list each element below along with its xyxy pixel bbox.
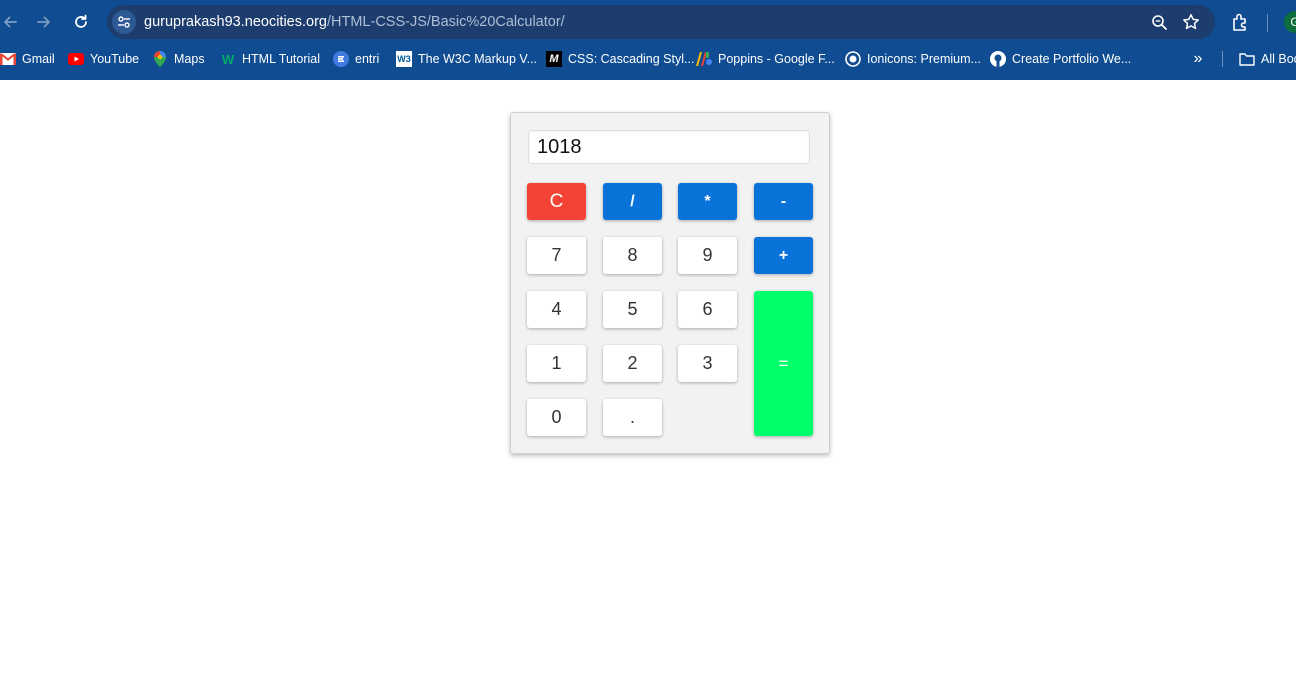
github-icon — [990, 51, 1006, 67]
youtube-icon — [68, 51, 84, 67]
more-bookmarks-chevron-icon[interactable]: » — [1188, 49, 1208, 69]
calculator-display[interactable] — [528, 130, 810, 164]
digit-4-button[interactable]: 4 — [527, 291, 586, 328]
bookmark-label: Maps — [174, 52, 205, 66]
bookmark-maps[interactable]: Maps — [152, 49, 205, 69]
url-host: guruprakash93.neocities.org — [144, 14, 327, 30]
browser-toolbar: guruprakash93.neocities.org/HTML-CSS-JS/… — [0, 0, 1296, 44]
extensions-icon[interactable] — [1230, 11, 1252, 33]
w3c-icon: W3 — [396, 51, 412, 67]
bookmark-label: Gmail — [22, 52, 55, 66]
equals-button[interactable]: = — [754, 291, 813, 436]
google-fonts-icon — [696, 51, 712, 67]
back-arrow-icon — [4, 16, 17, 28]
bookmark-label: Ionicons: Premium... — [867, 52, 981, 66]
digit-1-button[interactable]: 1 — [527, 345, 586, 382]
bookmark-label: Poppins - Google F... — [718, 52, 835, 66]
reload-button[interactable] — [67, 8, 95, 36]
bookmarks-separator — [1222, 51, 1223, 67]
digit-0-button[interactable]: 0 — [527, 399, 586, 436]
forward-button[interactable] — [30, 8, 58, 36]
bookmark-portfolio[interactable]: Create Portfolio We... — [990, 49, 1131, 69]
calculator: C / * - 7 8 9 + 4 5 6 = 1 2 3 0 . — [510, 112, 830, 454]
divide-button[interactable]: / — [603, 183, 662, 220]
bookmark-label: HTML Tutorial — [242, 52, 321, 66]
back-button[interactable] — [0, 8, 24, 36]
tune-icon — [118, 16, 130, 28]
subtract-button[interactable]: - — [754, 183, 813, 220]
bookmark-html-tutorial[interactable]: W HTML Tutorial — [220, 49, 320, 69]
bookmark-w3c-validator[interactable]: W3 The W3C Markup V... — [396, 49, 537, 69]
url-path: /HTML-CSS-JS/Basic%20Calculator/ — [326, 14, 565, 30]
url-text[interactable]: guruprakash93.neocities.org/HTML-CSS-JS/… — [144, 5, 565, 39]
all-bookmarks-folder[interactable]: All Bookmarks — [1239, 49, 1296, 69]
bookmark-entri[interactable]: entri — [333, 49, 379, 69]
digit-5-button[interactable]: 5 — [603, 291, 662, 328]
zoom-icon[interactable] — [1150, 13, 1168, 31]
decimal-button[interactable]: . — [603, 399, 662, 436]
digit-3-button[interactable]: 3 — [678, 345, 737, 382]
digit-6-button[interactable]: 6 — [678, 291, 737, 328]
entri-icon — [333, 51, 349, 67]
bookmark-poppins[interactable]: Poppins - Google F... — [696, 49, 835, 69]
profile-avatar[interactable]: G — [1284, 11, 1296, 33]
forward-arrow-icon — [37, 16, 50, 28]
bookmarks-bar: Gmail YouTube Maps W HTML Tutorial entri… — [0, 44, 1296, 74]
add-button[interactable]: + — [754, 237, 813, 274]
toolbar-divider — [1267, 14, 1268, 32]
digit-8-button[interactable]: 8 — [603, 237, 662, 274]
digit-2-button[interactable]: 2 — [603, 345, 662, 382]
bookmark-label: YouTube — [90, 52, 140, 66]
multiply-button[interactable]: * — [678, 183, 737, 220]
bookmark-label: entri — [355, 52, 380, 66]
gmail-icon — [0, 51, 16, 67]
bookmark-ionicons[interactable]: Ionicons: Premium... — [845, 49, 981, 69]
bookmark-label: CSS: Cascading Styl... — [568, 52, 695, 66]
w3schools-icon: W — [221, 51, 235, 67]
bookmark-gmail[interactable]: Gmail — [0, 49, 55, 69]
ionicons-icon — [845, 51, 861, 67]
bookmark-youtube[interactable]: YouTube — [68, 49, 139, 69]
mdn-icon: M — [546, 51, 562, 67]
address-bar[interactable]: guruprakash93.neocities.org/HTML-CSS-JS/… — [107, 5, 1215, 39]
reload-icon — [75, 14, 87, 28]
digit-7-button[interactable]: 7 — [527, 237, 586, 274]
site-info-button[interactable] — [112, 10, 136, 34]
maps-icon — [152, 51, 168, 67]
digit-9-button[interactable]: 9 — [678, 237, 737, 274]
all-bookmarks-label: All Bookmarks — [1261, 52, 1296, 66]
browser-chrome: guruprakash93.neocities.org/HTML-CSS-JS/… — [0, 0, 1296, 80]
bookmark-label: Create Portfolio We... — [1012, 52, 1132, 66]
folder-icon — [1239, 51, 1255, 67]
bookmark-label: The W3C Markup V... — [418, 52, 538, 66]
bookmark-css-mdn[interactable]: M CSS: Cascading Styl... — [546, 49, 694, 69]
clear-button[interactable]: C — [527, 183, 586, 220]
bookmark-star-icon[interactable] — [1182, 13, 1200, 31]
